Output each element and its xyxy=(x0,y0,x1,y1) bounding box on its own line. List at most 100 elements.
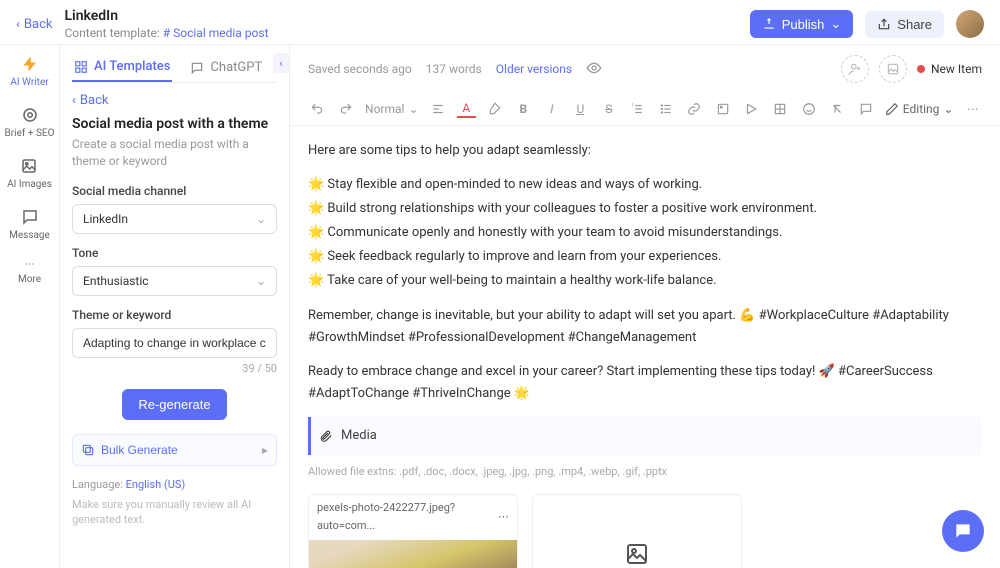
language-label: Language: xyxy=(72,478,123,491)
clear-format-button[interactable] xyxy=(828,99,847,119)
saved-status: Saved seconds ago xyxy=(308,62,412,76)
tab-chatgpt[interactable]: ChatGPT xyxy=(188,53,264,82)
intro-text: Here are some tips to help you adapt sea… xyxy=(308,140,982,162)
share-label: Share xyxy=(897,17,932,32)
editor-toolbar: Normal ⌄ A B I U S 1 xyxy=(290,93,1000,126)
media-row: pexels-photo-2422277.jpeg?auto=com... ⋯ … xyxy=(308,494,982,568)
unordered-list-button[interactable] xyxy=(657,99,676,119)
ordered-list-button[interactable]: 1 xyxy=(628,99,647,119)
image-icon xyxy=(20,157,38,175)
language-link[interactable]: English (US) xyxy=(126,478,186,491)
chevron-left-icon: ‹ xyxy=(16,17,20,32)
title-block: LinkedIn Content template: # Social medi… xyxy=(64,8,737,40)
regenerate-button[interactable]: Re-generate xyxy=(122,389,226,420)
copy-icon xyxy=(81,443,95,457)
rail-ai-writer[interactable]: AI Writer xyxy=(10,55,48,88)
older-versions-link[interactable]: Older versions xyxy=(496,62,572,76)
grid-icon xyxy=(74,60,88,74)
more-button[interactable]: ⋯ xyxy=(963,99,982,119)
text-color-button[interactable]: A xyxy=(457,100,476,118)
publish-label: Publish xyxy=(782,17,825,32)
chevron-down-icon: ⌄ xyxy=(943,102,953,116)
tab-ai-templates[interactable]: AI Templates xyxy=(72,53,172,82)
status-dot-icon xyxy=(917,65,925,73)
rail-brief-seo[interactable]: Brief + SEO xyxy=(5,106,55,139)
channel-label: Social media channel xyxy=(72,184,277,198)
share-button[interactable]: Share xyxy=(865,11,944,38)
publish-button[interactable]: Publish ⌄ xyxy=(750,10,854,38)
message-icon xyxy=(21,208,39,226)
tips-list: 🌟 Stay flexible and open-minded to new i… xyxy=(308,174,982,292)
cta-text: Ready to embrace change and excel in you… xyxy=(308,361,982,405)
add-user-button[interactable] xyxy=(841,55,869,83)
top-bar: ‹ Back LinkedIn Content template: # Soci… xyxy=(0,0,1000,45)
undo-button[interactable] xyxy=(308,99,327,119)
collapse-sidebar[interactable]: ‹ xyxy=(273,53,289,73)
video-button[interactable] xyxy=(742,99,761,119)
comment-button[interactable] xyxy=(856,99,875,119)
rail-label: Brief + SEO xyxy=(5,128,55,139)
rail-label: AI Writer xyxy=(10,77,48,88)
channel-select[interactable]: LinkedIn ⌄ xyxy=(72,204,277,234)
bulk-label: Bulk Generate xyxy=(101,443,178,457)
rail-more[interactable]: ⋯ More xyxy=(18,259,41,285)
editor-content[interactable]: Here are some tips to help you adapt sea… xyxy=(290,126,1000,568)
tab-label: ChatGPT xyxy=(210,60,262,75)
add-media-button[interactable]: Add image/video xyxy=(532,494,742,568)
sidebar-back-label: Back xyxy=(80,93,109,108)
theme-label: Theme or keyword xyxy=(72,308,277,322)
link-button[interactable] xyxy=(685,99,704,119)
image-insert-button[interactable] xyxy=(714,99,733,119)
sidebar-back[interactable]: ‹ Back xyxy=(72,93,277,108)
align-button[interactable] xyxy=(429,99,448,119)
new-item-label: New Item xyxy=(931,62,982,76)
language-row: Language: English (US) xyxy=(72,478,277,491)
chevron-right-icon: ▸ xyxy=(262,443,268,457)
sidebar-tabs: AI Templates ChatGPT xyxy=(72,53,277,83)
remember-text: Remember, change is inevitable, but your… xyxy=(308,305,982,349)
mode-select[interactable]: Editing ⌄ xyxy=(885,102,954,116)
style-label: Normal xyxy=(365,102,404,116)
tip-item: 🌟 Communicate openly and honestly with y… xyxy=(308,222,982,244)
strike-button[interactable]: S xyxy=(600,99,619,119)
rail-message[interactable]: Message xyxy=(9,208,50,241)
highlight-button[interactable] xyxy=(486,99,505,119)
redo-button[interactable] xyxy=(337,99,356,119)
content-template: Content template: # Social media post xyxy=(64,26,737,40)
back-link[interactable]: ‹ Back xyxy=(16,17,52,32)
bulk-generate-button[interactable]: Bulk Generate ▸ xyxy=(72,434,277,466)
rail-ai-images[interactable]: AI Images xyxy=(7,157,52,190)
paragraph-style-select[interactable]: Normal ⌄ xyxy=(365,102,419,116)
bolt-icon xyxy=(21,55,39,73)
media-card[interactable]: pexels-photo-2422277.jpeg?auto=com... ⋯ xyxy=(308,494,518,568)
template-label: Content template: xyxy=(64,26,159,40)
tip-item: 🌟 Stay flexible and open-minded to new i… xyxy=(308,174,982,196)
eye-icon[interactable] xyxy=(586,60,602,79)
template-link[interactable]: # Social media post xyxy=(163,26,269,40)
dots-icon: ⋯ xyxy=(24,259,34,270)
tab-label: AI Templates xyxy=(94,59,170,74)
table-button[interactable] xyxy=(771,99,790,119)
new-item-status: New Item xyxy=(917,62,982,76)
disclaimer: Make sure you manually review all AI gen… xyxy=(72,497,277,528)
underline-button[interactable]: U xyxy=(571,99,590,119)
media-label: Media xyxy=(341,425,377,447)
bold-button[interactable]: B xyxy=(514,99,533,119)
emoji-button[interactable] xyxy=(799,99,818,119)
rail-label: Message xyxy=(9,230,50,241)
status-bar: Saved seconds ago 137 words Older versio… xyxy=(290,45,1000,93)
nav-rail: AI Writer Brief + SEO AI Images Message … xyxy=(0,45,60,568)
media-section-header: Media xyxy=(308,417,982,455)
chevron-down-icon: ⌄ xyxy=(408,102,418,116)
italic-button[interactable]: I xyxy=(543,99,562,119)
theme-input[interactable] xyxy=(72,328,277,358)
rail-label: AI Images xyxy=(7,179,52,190)
chevron-left-icon: ‹ xyxy=(72,93,76,108)
chat-icon xyxy=(190,61,204,75)
image-button[interactable] xyxy=(879,55,907,83)
tone-select[interactable]: Enthusiastic ⌄ xyxy=(72,266,277,296)
more-icon[interactable]: ⋯ xyxy=(498,508,509,527)
target-icon xyxy=(21,106,39,124)
avatar[interactable] xyxy=(956,10,984,38)
chat-fab[interactable] xyxy=(942,510,984,552)
